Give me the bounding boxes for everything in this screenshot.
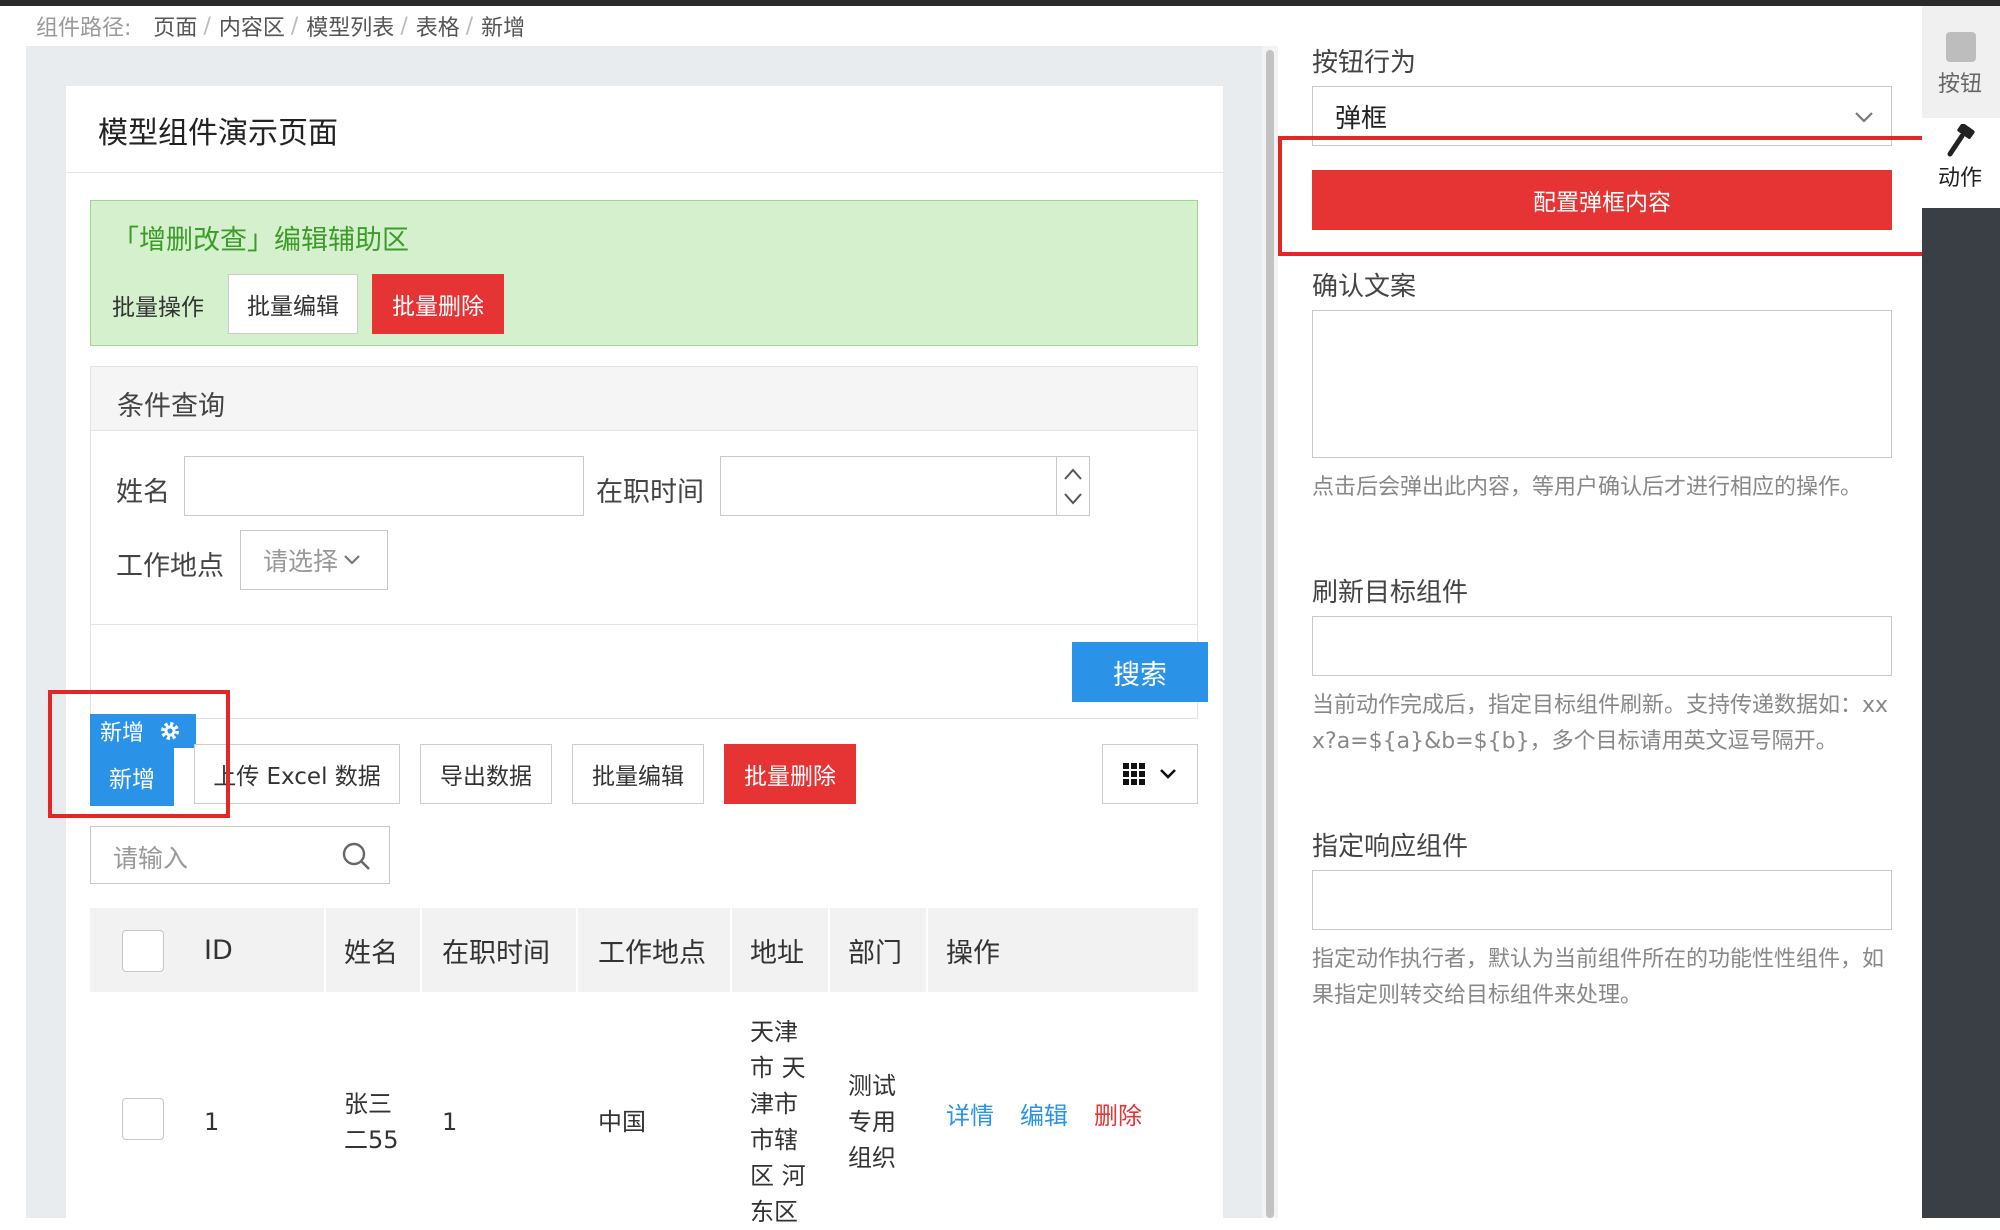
- breadcrumb-item-add[interactable]: 新增: [481, 10, 525, 42]
- batch-edit-button[interactable]: 批量编辑: [572, 744, 704, 804]
- breadcrumb-separator: /: [400, 13, 408, 39]
- cell-time: 1: [442, 1108, 458, 1136]
- cell-department-line: 测试: [848, 1072, 896, 1100]
- canvas-scroll-thumb[interactable]: [1266, 50, 1274, 1218]
- breadcrumb-separator: /: [203, 13, 211, 39]
- column-separator: [420, 908, 422, 992]
- cell-address-line: 东区: [750, 1198, 798, 1226]
- breadcrumb-item-model-list[interactable]: 模型列表: [306, 10, 394, 42]
- query-form-title: 条件查询: [117, 391, 225, 422]
- breadcrumb-separator: /: [465, 13, 474, 39]
- cell-address-line: 天津: [750, 1018, 798, 1046]
- search-button[interactable]: 搜索: [1072, 642, 1208, 702]
- row-delete-link[interactable]: 删除: [1094, 1096, 1142, 1131]
- batch-delete-button[interactable]: 批量删除: [724, 744, 856, 804]
- cell-name-line: 二55: [344, 1126, 399, 1154]
- breadcrumb: 组件路径: 页面 / 内容区 / 模型列表 / 表格 / 新增: [26, 6, 1262, 46]
- employment-time-input[interactable]: [720, 456, 1090, 516]
- cell-address-line: 区 河: [750, 1162, 806, 1190]
- assist-batch-edit-button[interactable]: 批量编辑: [228, 274, 358, 334]
- row-checkbox[interactable]: [122, 1098, 164, 1140]
- number-stepper[interactable]: [1056, 457, 1089, 515]
- grid-icon: [1123, 763, 1145, 785]
- query-form-header: [91, 367, 1197, 431]
- work-location-label: 工作地点: [116, 551, 224, 582]
- search-icon[interactable]: [341, 841, 371, 871]
- highlight-add-button: [48, 690, 230, 818]
- tab-action[interactable]: 动作: [1922, 118, 2000, 208]
- column-header-address[interactable]: 地址: [750, 908, 804, 992]
- column-separator: [926, 908, 928, 992]
- cell-name-line: 张三: [344, 1090, 392, 1118]
- confirm-text-label: 确认文案: [1312, 272, 1417, 302]
- column-separator: [730, 908, 732, 992]
- cell-id: 1: [204, 1108, 220, 1136]
- chevron-down-icon: [1160, 769, 1176, 779]
- cell-location: 中国: [598, 1108, 646, 1136]
- cell-address-line: 津市: [750, 1090, 798, 1118]
- query-footer-divider: [91, 624, 1197, 625]
- refresh-target-input[interactable]: [1312, 616, 1892, 676]
- column-header-id[interactable]: ID: [204, 908, 233, 992]
- column-separator: [324, 908, 326, 992]
- left-gutter: [0, 6, 26, 1218]
- column-header-location[interactable]: 工作地点: [598, 908, 706, 992]
- breadcrumb-item-page[interactable]: 页面: [153, 10, 197, 42]
- refresh-target-hint: 当前动作完成后，指定目标组件刷新。支持传递数据如：xxx?a=${a}&b=${…: [1312, 693, 1889, 754]
- breadcrumb-separator: /: [290, 13, 299, 39]
- table-search-input[interactable]: 请输入: [90, 826, 390, 884]
- row-detail-link[interactable]: 详情: [946, 1096, 994, 1131]
- column-header-actions: 操作: [946, 937, 1000, 969]
- refresh-target-label: 刷新目标组件: [1312, 578, 1469, 608]
- button-action-label: 按钮行为: [1312, 48, 1417, 78]
- confirm-text-textarea[interactable]: [1312, 310, 1892, 458]
- cell-address-line: 市 天: [750, 1054, 806, 1082]
- column-header-name[interactable]: 姓名: [344, 908, 398, 992]
- work-location-select[interactable]: 请选择: [240, 530, 388, 590]
- column-header-department[interactable]: 部门: [848, 908, 902, 992]
- breadcrumb-item-content[interactable]: 内容区: [219, 10, 285, 42]
- cell-address-line: 市辖: [750, 1126, 798, 1154]
- column-toggle-button[interactable]: [1102, 744, 1198, 804]
- stepper-arrows-icon[interactable]: [1057, 457, 1090, 515]
- tab-button[interactable]: 按钮: [1922, 6, 2000, 118]
- name-input[interactable]: [184, 456, 584, 516]
- tab-button-label: 按钮: [1938, 72, 1983, 97]
- cell-name: 张三 二55: [344, 1086, 399, 1158]
- hammer-icon: [1947, 124, 1975, 157]
- confirm-text-hint: 点击后会弹出此内容，等用户确认后才进行相应的操作。: [1312, 475, 1863, 500]
- select-all-checkbox[interactable]: [122, 930, 164, 972]
- batch-operation-label: 批量操作: [112, 295, 204, 321]
- name-label: 姓名: [116, 477, 170, 508]
- response-component-label: 指定响应组件: [1312, 832, 1469, 862]
- row-edit-link[interactable]: 编辑: [1020, 1096, 1068, 1131]
- chevron-down-icon: [344, 555, 360, 565]
- highlight-configure-dialog: [1278, 136, 1926, 256]
- employment-time-label: 在职时间: [596, 477, 704, 508]
- crud-assist-title: 「增删改查」编辑辅助区: [112, 225, 409, 256]
- table-search-placeholder: 请输入: [113, 844, 189, 873]
- column-header-time[interactable]: 在职时间: [442, 908, 550, 992]
- response-component-input[interactable]: [1312, 870, 1892, 930]
- breadcrumb-label: 组件路径:: [36, 16, 132, 41]
- title-divider: [66, 172, 1223, 173]
- cell-department-line: 组织: [848, 1144, 896, 1172]
- response-component-hint: 指定动作执行者，默认为当前组件所在的功能性性组件，如果指定则转交给目标组件来处理…: [1312, 947, 1885, 1008]
- cell-department-line: 专用: [848, 1108, 896, 1136]
- button-action-value: 弹框: [1335, 103, 1388, 134]
- work-location-placeholder: 请选择: [263, 547, 339, 576]
- button-icon: [1946, 32, 1976, 62]
- breadcrumb-item-table[interactable]: 表格: [416, 10, 460, 42]
- cell-address: 天津 市 天 津市 市辖 区 河 东区: [750, 1014, 806, 1230]
- tab-action-label: 动作: [1938, 166, 1983, 191]
- page-title: 模型组件演示页面: [98, 116, 338, 151]
- cell-department: 测试 专用 组织: [848, 1068, 896, 1176]
- column-separator: [828, 908, 830, 992]
- export-data-button[interactable]: 导出数据: [420, 744, 552, 804]
- column-separator: [576, 908, 578, 992]
- chevron-down-icon: [1855, 112, 1873, 123]
- assist-batch-delete-button[interactable]: 批量删除: [372, 274, 504, 334]
